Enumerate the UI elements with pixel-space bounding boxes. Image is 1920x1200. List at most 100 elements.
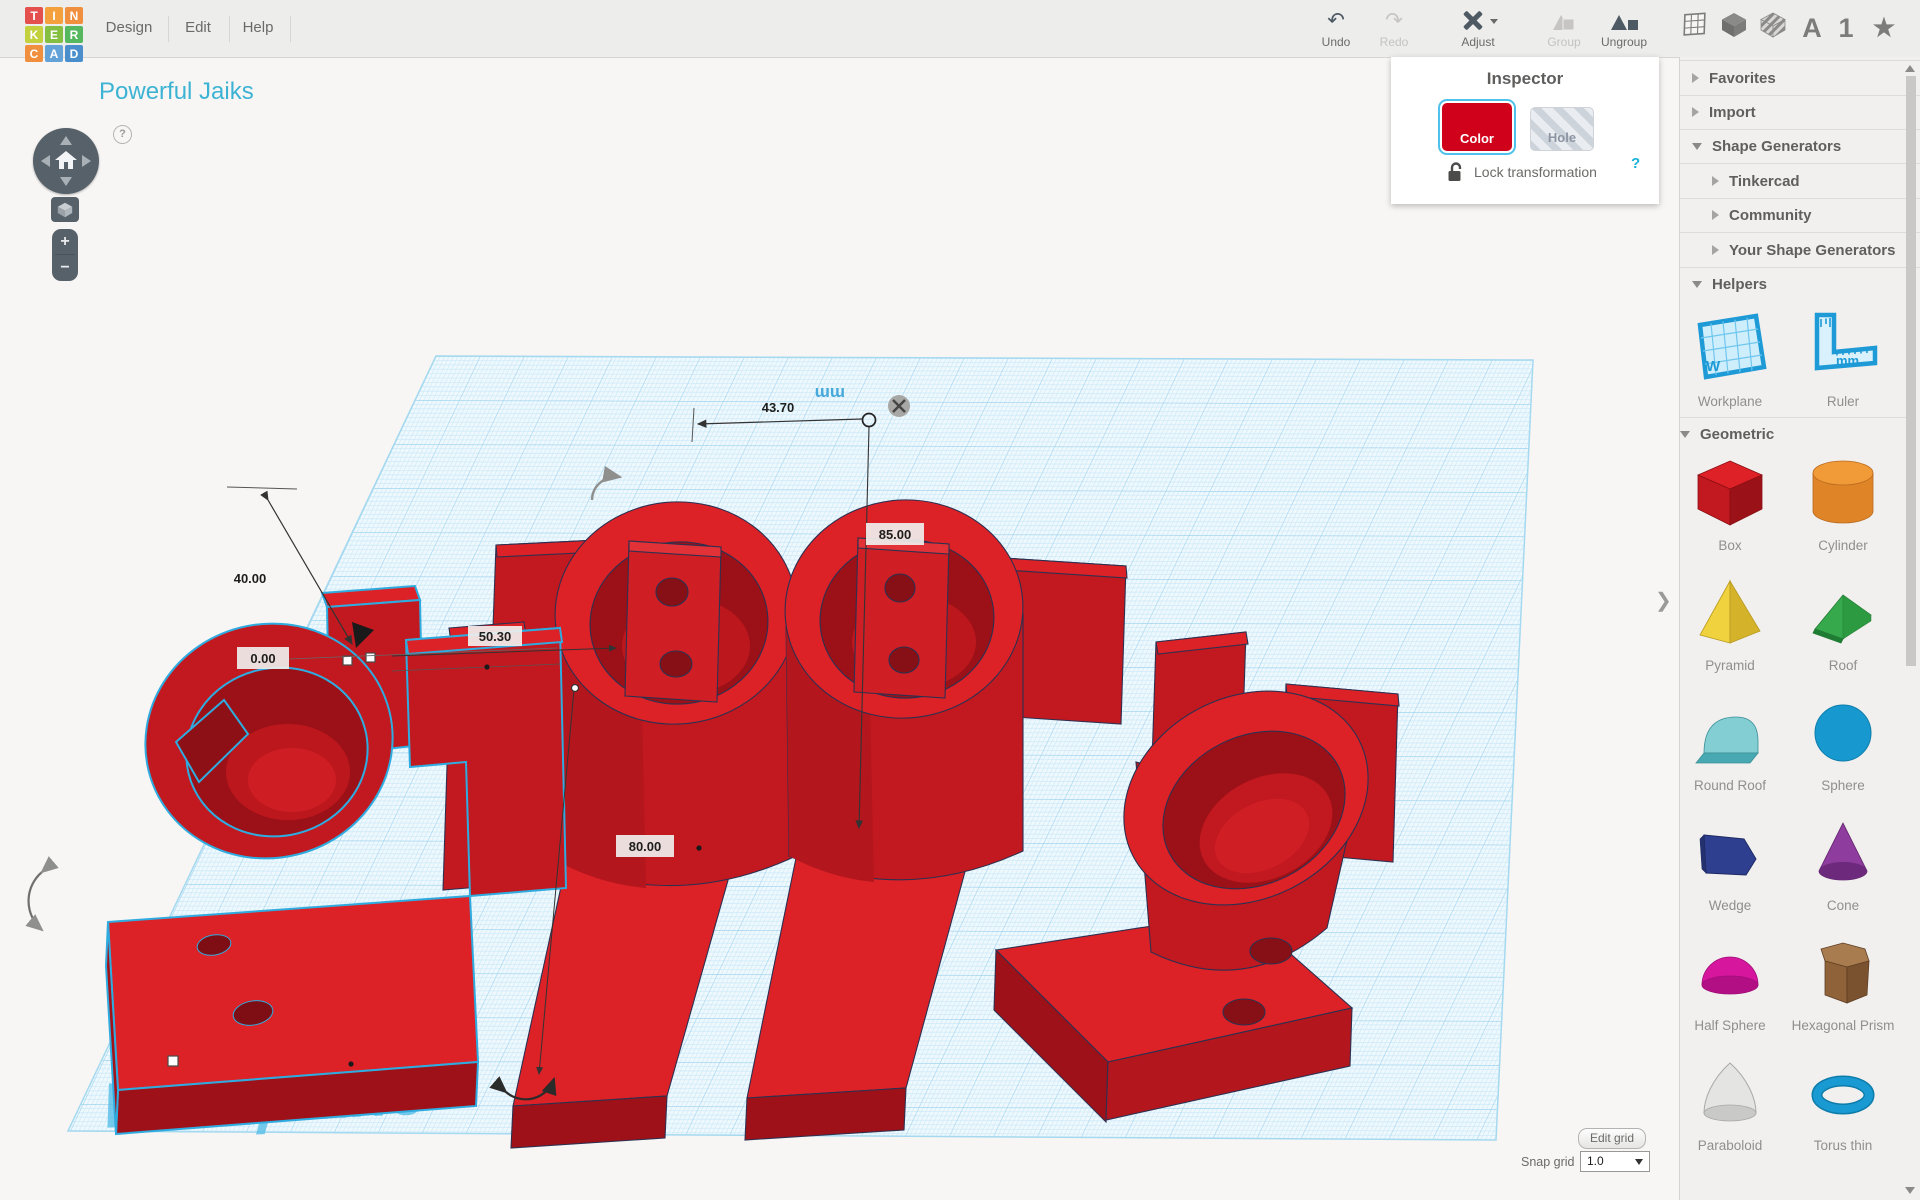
sidebar-item-import[interactable]: Import: [1680, 95, 1920, 130]
home-view-icon[interactable]: [54, 148, 78, 172]
tab-number-shapes[interactable]: 1: [1828, 10, 1864, 46]
dim-length: 80.00: [629, 839, 662, 854]
box-shape-icon: [1692, 455, 1768, 531]
adjust-button[interactable]: Adjust: [1448, 8, 1508, 49]
pan-right-icon[interactable]: [82, 155, 91, 167]
dim-elevation: 0.00: [250, 651, 275, 666]
sidebar-item-favorites[interactable]: Favorites: [1680, 60, 1920, 96]
shape-tile-wedge[interactable]: Wedge: [1677, 815, 1783, 913]
tinkercad-logo[interactable]: T I N K E R C A D: [25, 7, 85, 64]
sidebar-collapse-chevron[interactable]: ❯: [1655, 588, 1672, 613]
paraboloid-shape-icon: [1692, 1055, 1768, 1131]
lock-transformation-label: Lock transformation: [1474, 164, 1597, 180]
workplane-helper-icon: W: [1690, 307, 1770, 387]
adjust-icon: [1448, 8, 1508, 34]
menu-design[interactable]: Design: [103, 0, 155, 56]
color-swatch[interactable]: Color: [1442, 103, 1512, 151]
shape-tile-cone[interactable]: Cone: [1790, 815, 1896, 913]
sidebar-item-your-shape-generators[interactable]: Your Shape Generators: [1680, 233, 1920, 268]
lock-open-icon: [1447, 162, 1464, 182]
svg-text:W: W: [1706, 358, 1721, 375]
chevron-right-icon: [1712, 176, 1719, 186]
chevron-right-icon: [1712, 210, 1719, 220]
shape-tile-pyramid[interactable]: Pyramid: [1677, 575, 1783, 673]
hole-swatch[interactable]: Hole: [1530, 107, 1594, 151]
view-cube-icon: [56, 201, 74, 219]
scroll-up-icon[interactable]: [1905, 65, 1915, 72]
tab-symbol-shapes[interactable]: ★: [1866, 10, 1902, 46]
hexagonal-prism-shape-icon: [1805, 935, 1881, 1011]
redo-button[interactable]: ↷ Redo: [1364, 8, 1424, 49]
dim-width: 43.70: [762, 400, 795, 415]
menu-separator: [290, 16, 291, 42]
lock-transformation-toggle[interactable]: Lock transformation: [1447, 162, 1597, 182]
unit-label[interactable]: mm: [815, 384, 845, 403]
sidebar-item-tinkercad[interactable]: Tinkercad: [1680, 164, 1920, 199]
ruler-helper-icon: mm: [1803, 307, 1883, 387]
inspector-panel: Inspector Color Hole ? Lock transformati…: [1391, 57, 1659, 204]
chevron-right-icon: [1712, 245, 1719, 255]
tab-solid-shapes-icon[interactable]: [1716, 10, 1752, 46]
shape-tile-torus-thin[interactable]: Torus thin: [1790, 1055, 1896, 1153]
hole-cube-icon: [1758, 10, 1788, 40]
shape-tile-half-sphere[interactable]: Half Sphere: [1677, 935, 1783, 1033]
sidebar-item-geometric[interactable]: Geometric: [1680, 417, 1908, 450]
chevron-down-icon: [1692, 143, 1702, 150]
tab-text-shapes[interactable]: A: [1794, 10, 1830, 46]
scroll-down-icon[interactable]: [1905, 1187, 1915, 1194]
inspector-help-button[interactable]: ?: [1631, 155, 1640, 172]
design-title[interactable]: Powerful Jaiks: [99, 78, 254, 106]
chevron-down-icon: [1692, 281, 1702, 288]
snap-grid-select[interactable]: 1.0: [1580, 1151, 1650, 1172]
tab-workplane-icon[interactable]: [1678, 10, 1714, 46]
menu-separator: [168, 16, 169, 42]
undo-icon: ↶: [1306, 8, 1366, 34]
dimension-close-button[interactable]: [888, 395, 910, 417]
dim-height-mid: 85.00: [879, 527, 912, 542]
dim-height-left: 40.00: [234, 571, 267, 586]
view-navigation-pad[interactable]: [33, 128, 99, 194]
select-caret-icon: [1635, 1159, 1643, 1165]
sphere-shape-icon: [1805, 695, 1881, 771]
workplane-tab-icon: [1682, 10, 1710, 38]
sidebar-item-community[interactable]: Community: [1680, 198, 1920, 233]
ungroup-button[interactable]: Ungroup: [1594, 8, 1654, 49]
half-sphere-shape-icon: [1692, 935, 1768, 1011]
shape-tile-cylinder[interactable]: Cylinder: [1790, 455, 1896, 553]
zoom-out-button[interactable]: −: [52, 255, 78, 280]
inspector-title: Inspector: [1391, 57, 1659, 89]
shape-tile-sphere[interactable]: Sphere: [1790, 695, 1896, 793]
chevron-right-icon: [1692, 73, 1699, 83]
group-button[interactable]: Group: [1534, 8, 1594, 49]
shape-tile-paraboloid[interactable]: Paraboloid: [1677, 1055, 1783, 1153]
viewport-help-button[interactable]: ?: [113, 125, 132, 144]
menu-edit[interactable]: Edit: [179, 0, 217, 56]
edit-grid-button[interactable]: Edit grid: [1578, 1128, 1646, 1149]
isometric-view-button[interactable]: [51, 197, 79, 222]
chevron-down-icon: [1680, 431, 1690, 438]
tab-hole-shapes-icon[interactable]: [1755, 10, 1791, 46]
viewport-3d[interactable]: Workplane: [0, 57, 1680, 1200]
roof-shape-icon: [1805, 575, 1881, 651]
shape-tile-hexagonal-prism[interactable]: Hexagonal Prism: [1790, 935, 1896, 1033]
redo-icon: ↷: [1364, 8, 1424, 34]
zoom-control[interactable]: + −: [52, 229, 78, 281]
undo-button[interactable]: ↶ Undo: [1306, 8, 1366, 49]
helper-workplane-tile[interactable]: W Workplane: [1677, 307, 1783, 409]
scrollbar-thumb[interactable]: [1906, 76, 1916, 666]
shape-tile-box[interactable]: Box: [1677, 455, 1783, 553]
pan-left-icon[interactable]: [41, 155, 50, 167]
sidebar-item-shape-generators[interactable]: Shape Generators: [1680, 129, 1920, 164]
shape-tile-roof[interactable]: Roof: [1790, 575, 1896, 673]
group-icon: [1534, 8, 1594, 34]
pan-down-icon[interactable]: [60, 177, 72, 186]
pan-up-icon[interactable]: [60, 136, 72, 145]
dim-depth: 50.30: [479, 629, 512, 644]
zoom-in-button[interactable]: +: [52, 229, 78, 254]
shape-tile-round-roof[interactable]: Round Roof: [1677, 695, 1783, 793]
menu-help[interactable]: Help: [238, 0, 278, 56]
helper-ruler-tile[interactable]: mm Ruler: [1790, 307, 1896, 409]
wedge-shape-icon: [1692, 815, 1768, 891]
sidebar-scrollbar[interactable]: [1906, 57, 1918, 1200]
sidebar-item-helpers[interactable]: Helpers: [1680, 267, 1920, 301]
